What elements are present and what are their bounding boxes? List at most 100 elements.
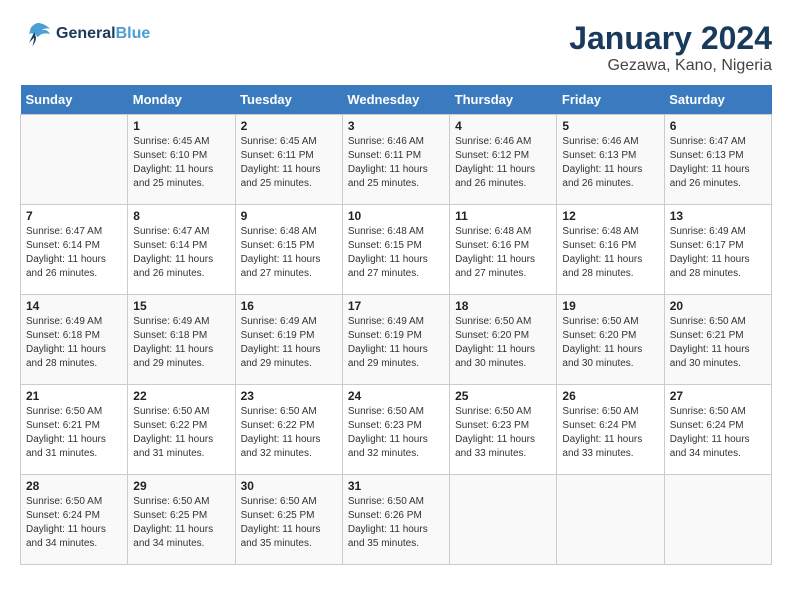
page-header: GeneralBlue January 2024 Gezawa, Kano, N… [20,20,772,75]
calendar-cell: 31 Sunrise: 6:50 AM Sunset: 6:26 PM Dayli… [342,475,449,565]
day-number: 20 [670,299,766,313]
calendar-cell: 13 Sunrise: 6:49 AM Sunset: 6:17 PM Dayli… [664,205,771,295]
day-number: 3 [348,119,444,133]
day-number: 16 [241,299,337,313]
day-info: Sunrise: 6:47 AM Sunset: 6:14 PM Dayligh… [133,225,229,281]
calendar-cell: 28 Sunrise: 6:50 AM Sunset: 6:24 PM Dayli… [21,475,128,565]
calendar-cell: 17 Sunrise: 6:49 AM Sunset: 6:19 PM Dayli… [342,295,449,385]
day-number: 5 [562,119,658,133]
day-info: Sunrise: 6:50 AM Sunset: 6:22 PM Dayligh… [133,405,229,461]
day-info: Sunrise: 6:49 AM Sunset: 6:17 PM Dayligh… [670,225,766,281]
calendar-cell: 6 Sunrise: 6:47 AM Sunset: 6:13 PM Daylig… [664,115,771,205]
calendar-cell: 19 Sunrise: 6:50 AM Sunset: 6:20 PM Dayli… [557,295,664,385]
day-number: 24 [348,389,444,403]
day-number: 31 [348,479,444,493]
calendar-cell: 29 Sunrise: 6:50 AM Sunset: 6:25 PM Dayli… [128,475,235,565]
day-info: Sunrise: 6:47 AM Sunset: 6:14 PM Dayligh… [26,225,122,281]
day-of-week-header: Tuesday [235,85,342,115]
day-number: 29 [133,479,229,493]
day-info: Sunrise: 6:50 AM Sunset: 6:25 PM Dayligh… [241,495,337,551]
calendar-cell [664,475,771,565]
title-block: January 2024 Gezawa, Kano, Nigeria [569,20,772,75]
calendar-cell: 24 Sunrise: 6:50 AM Sunset: 6:23 PM Dayli… [342,385,449,475]
day-number: 23 [241,389,337,403]
calendar-cell: 20Sunrise: 6:50 AM Sunset: 6:21 PM Dayli… [664,295,771,385]
calendar-week-row: 21 Sunrise: 6:50 AM Sunset: 6:21 PM Dayli… [21,385,772,475]
calendar-cell [21,115,128,205]
calendar-cell: 18 Sunrise: 6:50 AM Sunset: 6:20 PM Dayli… [450,295,557,385]
day-number: 19 [562,299,658,313]
calendar-week-row: 1 Sunrise: 6:45 AM Sunset: 6:10 PM Daylig… [21,115,772,205]
calendar-subtitle: Gezawa, Kano, Nigeria [569,57,772,75]
calendar-cell: 2 Sunrise: 6:45 AM Sunset: 6:11 PM Daylig… [235,115,342,205]
calendar-title: January 2024 [569,20,772,57]
calendar-cell: 26 Sunrise: 6:50 AM Sunset: 6:24 PM Dayli… [557,385,664,475]
calendar-cell: 23Sunrise: 6:50 AM Sunset: 6:22 PM Dayli… [235,385,342,475]
day-info: Sunrise: 6:50 AM Sunset: 6:26 PM Dayligh… [348,495,444,551]
day-number: 21 [26,389,122,403]
day-number: 18 [455,299,551,313]
calendar-cell: 16 Sunrise: 6:49 AM Sunset: 6:19 PM Dayli… [235,295,342,385]
day-number: 22 [133,389,229,403]
logo-text: GeneralBlue [56,25,150,43]
day-info: Sunrise: 6:45 AM Sunset: 6:11 PM Dayligh… [241,135,337,191]
calendar-header-row: SundayMondayTuesdayWednesdayThursdayFrid… [21,85,772,115]
day-info: Sunrise: 6:45 AM Sunset: 6:10 PM Dayligh… [133,135,229,191]
calendar-cell: 5 Sunrise: 6:46 AM Sunset: 6:13 PM Daylig… [557,115,664,205]
calendar-cell: 8Sunrise: 6:47 AM Sunset: 6:14 PM Daylig… [128,205,235,295]
day-number: 26 [562,389,658,403]
calendar-cell: 14Sunrise: 6:49 AM Sunset: 6:18 PM Dayli… [21,295,128,385]
calendar-week-row: 7Sunrise: 6:47 AM Sunset: 6:14 PM Daylig… [21,205,772,295]
day-number: 1 [133,119,229,133]
day-number: 27 [670,389,766,403]
calendar-cell: 25Sunrise: 6:50 AM Sunset: 6:23 PM Dayli… [450,385,557,475]
day-number: 10 [348,209,444,223]
day-of-week-header: Monday [128,85,235,115]
day-number: 13 [670,209,766,223]
day-info: Sunrise: 6:50 AM Sunset: 6:23 PM Dayligh… [348,405,444,461]
calendar-cell: 22 Sunrise: 6:50 AM Sunset: 6:22 PM Dayli… [128,385,235,475]
calendar-cell: 27 Sunrise: 6:50 AM Sunset: 6:24 PM Dayli… [664,385,771,475]
calendar-cell: 21 Sunrise: 6:50 AM Sunset: 6:21 PM Dayli… [21,385,128,475]
calendar-cell: 12Sunrise: 6:48 AM Sunset: 6:16 PM Dayli… [557,205,664,295]
calendar-week-row: 28 Sunrise: 6:50 AM Sunset: 6:24 PM Dayli… [21,475,772,565]
day-info: Sunrise: 6:50 AM Sunset: 6:20 PM Dayligh… [562,315,658,371]
day-info: Sunrise: 6:50 AM Sunset: 6:24 PM Dayligh… [562,405,658,461]
calendar-cell [557,475,664,565]
day-of-week-header: Thursday [450,85,557,115]
day-info: Sunrise: 6:50 AM Sunset: 6:25 PM Dayligh… [133,495,229,551]
calendar-cell: 11Sunrise: 6:48 AM Sunset: 6:16 PM Dayli… [450,205,557,295]
day-number: 4 [455,119,551,133]
day-number: 14 [26,299,122,313]
day-of-week-header: Sunday [21,85,128,115]
day-info: Sunrise: 6:48 AM Sunset: 6:15 PM Dayligh… [241,225,337,281]
calendar-cell: 30 Sunrise: 6:50 AM Sunset: 6:25 PM Dayli… [235,475,342,565]
day-info: Sunrise: 6:50 AM Sunset: 6:24 PM Dayligh… [26,495,122,551]
day-info: Sunrise: 6:49 AM Sunset: 6:19 PM Dayligh… [348,315,444,371]
calendar-cell: 3Sunrise: 6:46 AM Sunset: 6:11 PM Daylig… [342,115,449,205]
calendar-cell: 15Sunrise: 6:49 AM Sunset: 6:18 PM Dayli… [128,295,235,385]
calendar-cell: 9Sunrise: 6:48 AM Sunset: 6:15 PM Daylig… [235,205,342,295]
calendar-table: SundayMondayTuesdayWednesdayThursdayFrid… [20,85,772,565]
day-info: Sunrise: 6:50 AM Sunset: 6:21 PM Dayligh… [26,405,122,461]
day-info: Sunrise: 6:48 AM Sunset: 6:16 PM Dayligh… [455,225,551,281]
day-info: Sunrise: 6:50 AM Sunset: 6:24 PM Dayligh… [670,405,766,461]
day-number: 28 [26,479,122,493]
day-number: 30 [241,479,337,493]
day-number: 17 [348,299,444,313]
day-info: Sunrise: 6:50 AM Sunset: 6:20 PM Dayligh… [455,315,551,371]
day-info: Sunrise: 6:46 AM Sunset: 6:13 PM Dayligh… [562,135,658,191]
day-number: 25 [455,389,551,403]
day-info: Sunrise: 6:48 AM Sunset: 6:16 PM Dayligh… [562,225,658,281]
calendar-cell: 10 Sunrise: 6:48 AM Sunset: 6:15 PM Dayli… [342,205,449,295]
day-of-week-header: Saturday [664,85,771,115]
day-info: Sunrise: 6:48 AM Sunset: 6:15 PM Dayligh… [348,225,444,281]
day-of-week-header: Friday [557,85,664,115]
day-info: Sunrise: 6:47 AM Sunset: 6:13 PM Dayligh… [670,135,766,191]
day-info: Sunrise: 6:49 AM Sunset: 6:19 PM Dayligh… [241,315,337,371]
day-number: 2 [241,119,337,133]
day-of-week-header: Wednesday [342,85,449,115]
day-number: 6 [670,119,766,133]
calendar-week-row: 14Sunrise: 6:49 AM Sunset: 6:18 PM Dayli… [21,295,772,385]
calendar-cell: 1 Sunrise: 6:45 AM Sunset: 6:10 PM Daylig… [128,115,235,205]
